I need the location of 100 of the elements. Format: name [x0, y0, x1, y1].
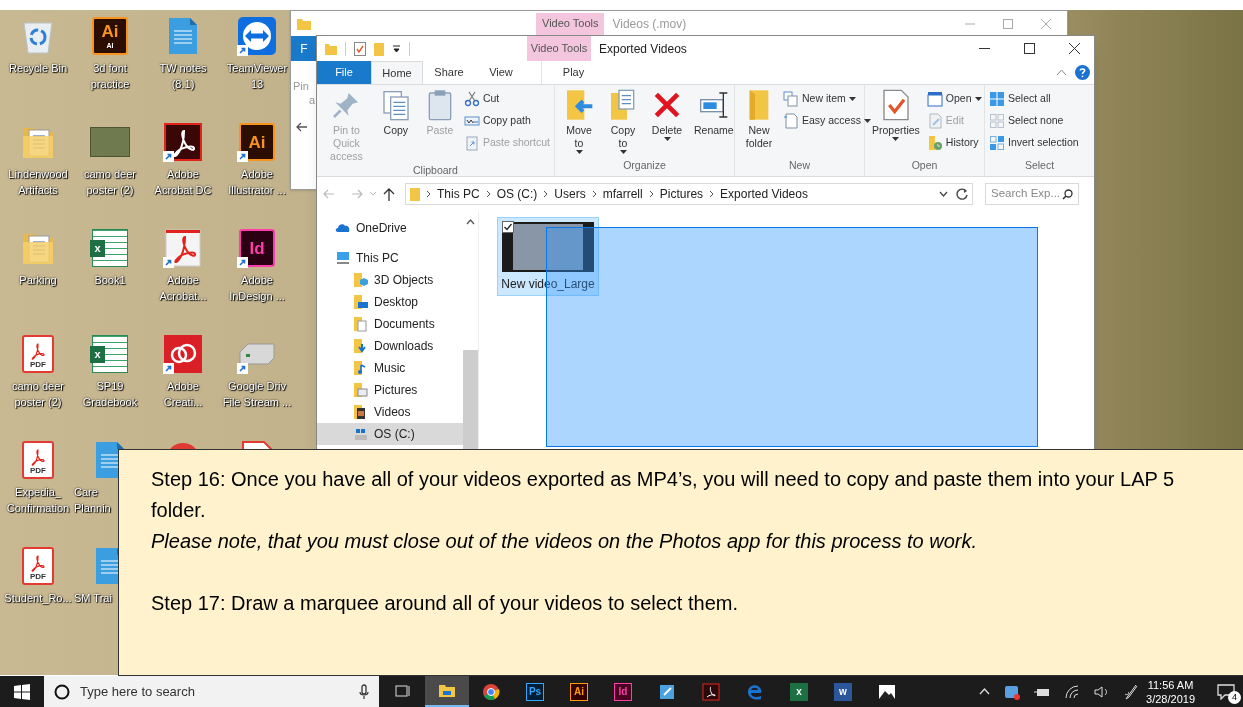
- ribbon-button[interactable]: Open: [926, 89, 982, 108]
- page-icon: [783, 112, 799, 129]
- ribbon-button[interactable]: History: [926, 133, 982, 152]
- ribbon-group-label: Clipboard: [412, 163, 459, 178]
- navigation-item[interactable]: OneDrive: [317, 217, 463, 239]
- ribbon-button[interactable]: New folder: [739, 89, 779, 150]
- navigation-item[interactable]: Videos: [317, 401, 463, 423]
- breadcrumb-link[interactable]: Users: [554, 185, 586, 203]
- maximize-icon[interactable]: [1024, 43, 1035, 54]
- folder-icon: [325, 42, 337, 55]
- navigation-item[interactable]: 3D Objects: [317, 269, 463, 291]
- search-box[interactable]: Type here to search: [44, 676, 379, 707]
- checkbox[interactable]: [502, 221, 514, 233]
- speech-bubble-icon: [1217, 683, 1235, 700]
- ribbon-tab[interactable]: File: [317, 61, 371, 84]
- instruction-step: Step 17: Draw a marquee around all of your videos to select them.: [151, 588, 1212, 619]
- taskbar-button[interactable]: Id: [601, 676, 645, 707]
- ribbon-button[interactable]: Easy access: [783, 111, 871, 130]
- ribbon-button[interactable]: Copy path: [463, 111, 550, 130]
- collapse-caret-icon[interactable]: [1056, 69, 1067, 76]
- photo-placeholder: [513, 224, 583, 270]
- shortcut-arrow-icon: [237, 151, 248, 162]
- navigation-item[interactable]: OS (C:): [317, 423, 463, 445]
- ribbon-button[interactable]: Copy to: [603, 89, 643, 154]
- ribbon-button[interactable]: Cut: [463, 89, 550, 108]
- ribbon-button[interactable]: Rename: [691, 89, 737, 137]
- ribbon-button[interactable]: New item: [783, 89, 871, 108]
- ribbon-button[interactable]: Select none: [989, 111, 1079, 130]
- rename-icon: [697, 89, 730, 121]
- folder-picture-icon: [353, 382, 369, 398]
- breadcrumb-link[interactable]: This PC: [437, 185, 480, 203]
- navigation-item[interactable]: Pictures: [317, 379, 463, 401]
- ribbon-tab[interactable]: Share: [423, 61, 475, 84]
- search-icon: [1062, 188, 1073, 200]
- shortcut-arrow-icon: [163, 151, 174, 162]
- taskbar-button[interactable]: w: [821, 676, 865, 707]
- shortcut-arrow-icon: [237, 45, 248, 56]
- close-icon: [1041, 18, 1051, 29]
- maximize-icon: [1003, 18, 1013, 29]
- navigation-item[interactable]: Documents: [317, 313, 463, 335]
- ribbon-label: Pin: [293, 79, 309, 93]
- app-tray-icon[interactable]: [1004, 683, 1021, 700]
- notification-count: 4: [1228, 691, 1241, 704]
- clock[interactable]: 11:56 AM 3/28/2019: [1146, 677, 1209, 706]
- folder-monitor-icon: [353, 294, 369, 310]
- ribbon-button[interactable]: Select all: [989, 89, 1079, 108]
- folder-clock-icon: [926, 134, 943, 151]
- close-icon[interactable]: [1069, 43, 1080, 54]
- address-bar[interactable]: This PC OS (C:) Users mfarrell Pictures Exported Videos: [405, 183, 973, 205]
- ribbon-tab[interactable]: View: [475, 61, 527, 84]
- taskbar-button[interactable]: Ai: [557, 676, 601, 707]
- navigation-item[interactable]: Downloads: [317, 335, 463, 357]
- ribbon-button[interactable]: Properties: [869, 89, 923, 141]
- wifi-icon[interactable]: [1064, 684, 1081, 699]
- ribbon-button[interactable]: Invert selection: [989, 133, 1079, 152]
- help-icon[interactable]: [1075, 65, 1090, 80]
- context-tab-label: Video Tools: [527, 36, 591, 61]
- folder-icon: [297, 17, 311, 30]
- partial-tab[interactable]: F: [291, 36, 317, 61]
- up-arrow-icon[interactable]: [383, 187, 395, 201]
- chevron-right-icon: [426, 190, 431, 198]
- drive-icon: [353, 426, 369, 442]
- dropdown-arrow-icon[interactable]: [392, 44, 401, 53]
- breadcrumb-link[interactable]: Exported Videos: [720, 185, 808, 203]
- edge-e-icon: [746, 682, 764, 701]
- chevron-right-icon: [543, 190, 549, 198]
- four-panes-icon: [14, 683, 30, 700]
- ribbon-button[interactable]: Copy: [375, 89, 416, 137]
- taskbar-button[interactable]: x: [777, 676, 821, 707]
- breadcrumb-link[interactable]: mfarrell: [602, 185, 643, 203]
- grid-icon: [989, 90, 1005, 107]
- ribbon-button[interactable]: Move to: [559, 89, 599, 154]
- search-field[interactable]: Type here to search: [80, 676, 349, 707]
- navigation-item[interactable]: Desktop: [317, 291, 463, 313]
- folder-icon: [410, 187, 420, 201]
- ribbon-tab[interactable]: Home: [371, 61, 423, 84]
- shortcut-arrow-icon: [163, 363, 174, 374]
- refresh-icon[interactable]: [956, 188, 968, 200]
- ribbon-button[interactable]: Delete: [647, 89, 687, 141]
- checkmark-page-icon[interactable]: [354, 41, 366, 56]
- search-field[interactable]: Search Exp...: [985, 183, 1079, 205]
- shortcut-arrow-icon: [237, 257, 248, 268]
- navigation-item[interactable]: Music: [317, 357, 463, 379]
- scrollbar[interactable]: [463, 217, 478, 450]
- ribbon-group-label: New: [788, 158, 811, 173]
- spreadsheet-icon: x: [92, 335, 128, 373]
- breadcrumb-link[interactable]: OS (C:): [496, 185, 538, 203]
- chevron-up-icon[interactable]: [979, 688, 991, 695]
- taskbar-button[interactable]: Ps: [513, 676, 557, 707]
- notepad-icon: [658, 682, 676, 701]
- caret-icon: [663, 137, 671, 141]
- navigation-item[interactable]: This PC: [317, 247, 463, 269]
- back-arrow-icon[interactable]: [296, 121, 308, 133]
- ribbon-group-label: Organize: [622, 158, 667, 173]
- chevron-down-icon[interactable]: [939, 191, 948, 197]
- notifications-button[interactable]: 4: [1209, 676, 1243, 707]
- breadcrumb-link[interactable]: Pictures: [659, 185, 704, 203]
- shortcut-arrow-icon: [237, 363, 248, 374]
- pen-icon[interactable]: [1124, 683, 1139, 700]
- microphone-icon[interactable]: [359, 683, 369, 700]
